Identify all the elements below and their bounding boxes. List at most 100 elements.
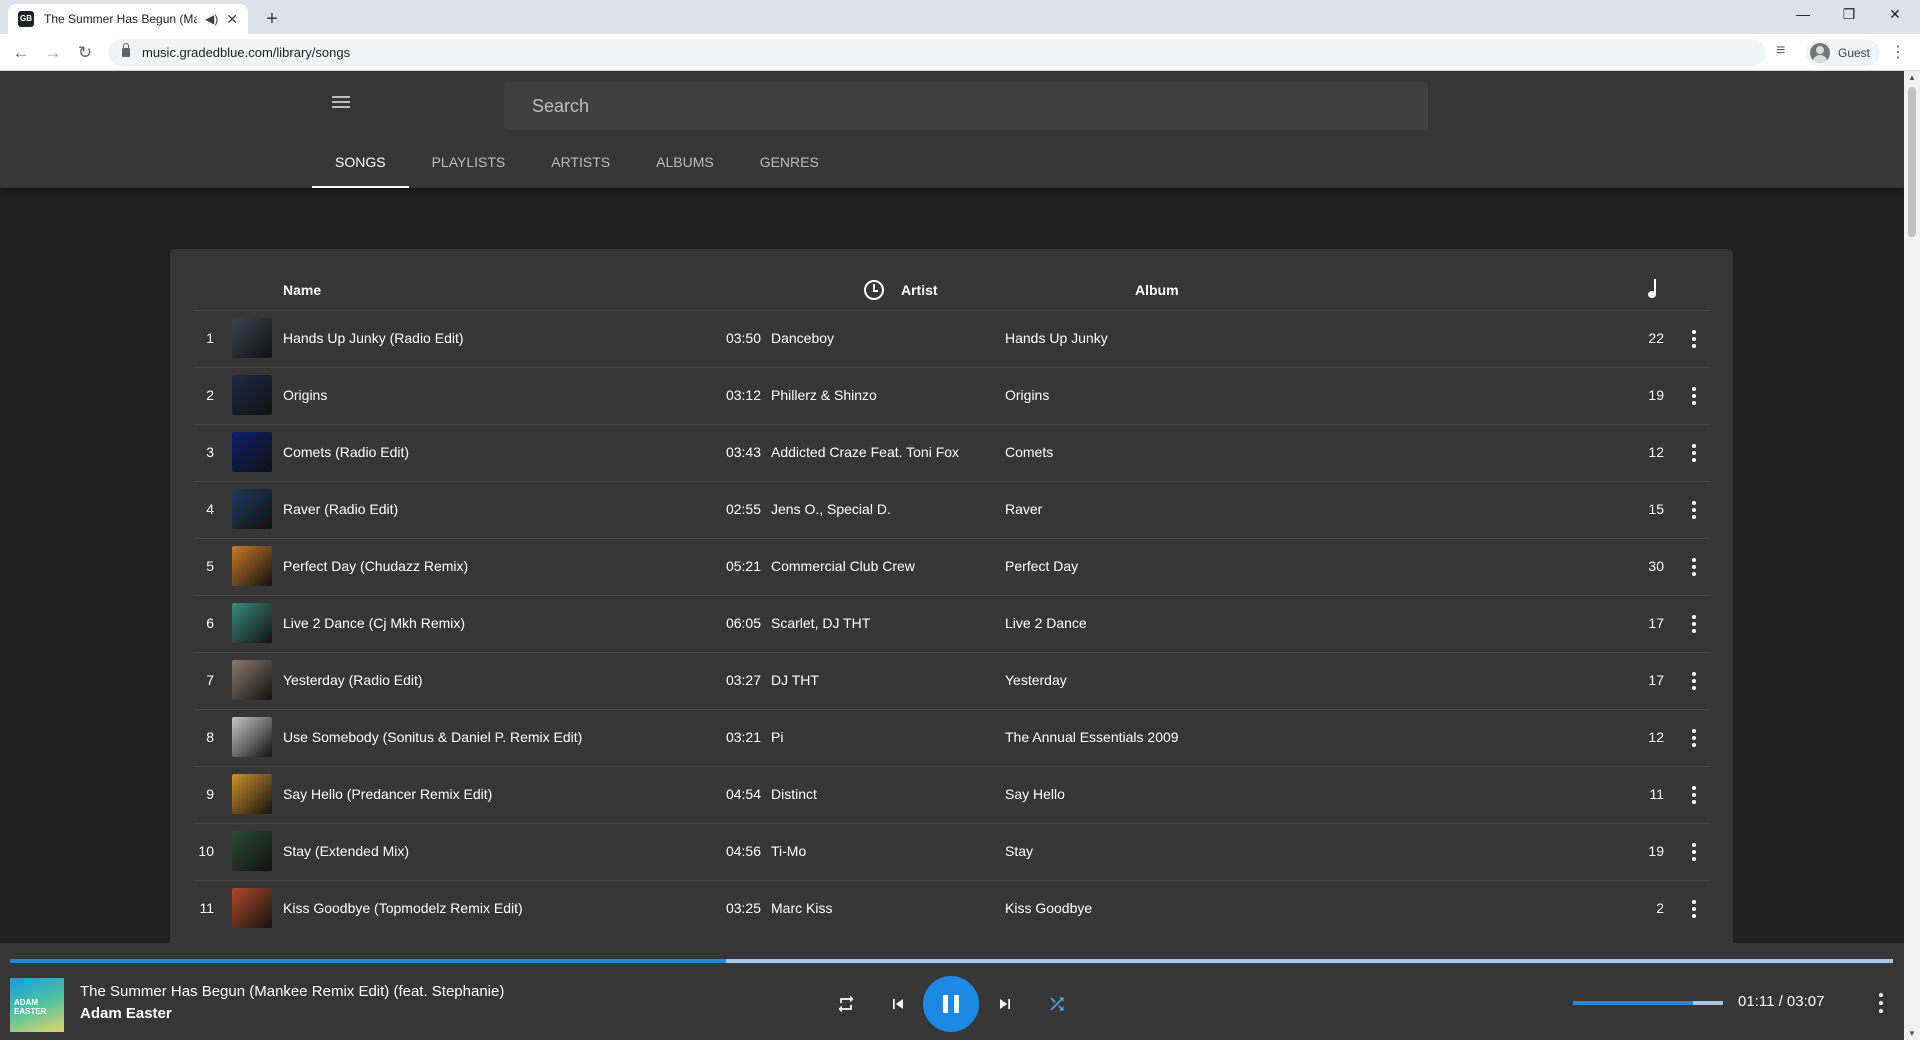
song-artist[interactable]: DJ THT bbox=[771, 653, 819, 710]
restore-button[interactable]: ❐ bbox=[1826, 0, 1872, 30]
column-album[interactable]: Album bbox=[1135, 282, 1179, 298]
table-row[interactable]: 11 Kiss Goodbye (Topmodelz Remix Edit) 03:… bbox=[194, 880, 1710, 937]
browser-tabbar: GB The Summer Has Begun (Ma ◀) ✕ + — ❐ ✕ bbox=[0, 0, 1920, 34]
table-row[interactable]: 9 Say Hello (Predancer Remix Edit) 04:54 Di… bbox=[194, 766, 1710, 823]
table-row[interactable]: 3 Comets (Radio Edit) 03:43 Addicted Craze … bbox=[194, 424, 1710, 481]
song-name[interactable]: Comets (Radio Edit) bbox=[283, 425, 409, 482]
url-text: music.gradedblue.com/library/songs bbox=[142, 45, 351, 60]
song-artist[interactable]: Scarlet, DJ THT bbox=[771, 596, 870, 653]
more-options-icon[interactable] bbox=[1686, 824, 1702, 881]
more-options-icon[interactable] bbox=[1686, 539, 1702, 596]
forward-button[interactable]: → bbox=[40, 40, 66, 66]
more-options-icon[interactable] bbox=[1686, 311, 1702, 368]
minimize-button[interactable]: — bbox=[1780, 0, 1826, 30]
repeat-icon[interactable] bbox=[836, 994, 856, 1014]
tab-close-icon[interactable]: ✕ bbox=[226, 11, 238, 28]
scroll-up-icon[interactable]: ▲ bbox=[1908, 73, 1916, 82]
clock-icon[interactable] bbox=[864, 280, 884, 300]
page-scrollbar[interactable]: ▲ ▼ bbox=[1904, 71, 1920, 1040]
more-options-icon[interactable] bbox=[1686, 425, 1702, 482]
progress-bar[interactable] bbox=[10, 959, 1893, 963]
table-row[interactable]: 6 Live 2 Dance (Cj Mkh Remix) 06:05 Scarlet… bbox=[194, 595, 1710, 652]
music-note-icon[interactable] bbox=[1647, 279, 1659, 299]
tab-artists[interactable]: ARTISTS bbox=[528, 141, 633, 188]
table-row[interactable]: 1 Hands Up Junky (Radio Edit) 03:50 Dancebo… bbox=[194, 310, 1710, 367]
reload-button[interactable]: ↻ bbox=[72, 40, 98, 66]
scrollbar-thumb[interactable] bbox=[1908, 87, 1916, 237]
more-options-icon[interactable] bbox=[1686, 596, 1702, 653]
song-album[interactable]: Stay bbox=[1005, 824, 1033, 881]
table-row[interactable]: 10 Stay (Extended Mix) 04:56 Ti-Mo Stay 19 bbox=[194, 823, 1710, 880]
table-row[interactable]: 5 Perfect Day (Chudazz Remix) 05:21 Commerc… bbox=[194, 538, 1710, 595]
new-tab-button[interactable]: + bbox=[258, 6, 286, 34]
volume-slider[interactable] bbox=[1573, 1001, 1723, 1005]
table-row[interactable]: 8 Use Somebody (Sonitus & Daniel P. Remix… bbox=[194, 709, 1710, 766]
song-album[interactable]: Perfect Day bbox=[1005, 539, 1078, 596]
song-name[interactable]: Origins bbox=[283, 368, 327, 425]
more-options-icon[interactable] bbox=[1686, 881, 1702, 938]
profile-button[interactable]: Guest bbox=[1806, 39, 1881, 66]
track-number: 10 bbox=[198, 843, 214, 859]
now-playing-title[interactable]: The Summer Has Begun (Mankee Remix Edit)… bbox=[80, 983, 504, 1000]
song-artist[interactable]: Commercial Club Crew bbox=[771, 539, 915, 596]
song-name[interactable]: Hands Up Junky (Radio Edit) bbox=[283, 311, 464, 368]
now-playing-cover[interactable]: ADAM EASTER bbox=[10, 978, 64, 1032]
song-artist[interactable]: Addicted Craze Feat. Toni Fox bbox=[771, 425, 959, 482]
song-name[interactable]: Perfect Day (Chudazz Remix) bbox=[283, 539, 468, 596]
window-close-button[interactable]: ✕ bbox=[1872, 0, 1918, 30]
table-row[interactable]: 7 Yesterday (Radio Edit) 03:27 DJ THT Yester… bbox=[194, 652, 1710, 709]
scroll-down-icon[interactable]: ▼ bbox=[1908, 1029, 1916, 1038]
pause-button[interactable] bbox=[923, 976, 979, 1032]
song-name[interactable]: Say Hello (Predancer Remix Edit) bbox=[283, 767, 492, 824]
song-artist[interactable]: Marc Kiss bbox=[771, 881, 832, 938]
hamburger-menu-icon[interactable] bbox=[330, 91, 354, 115]
song-name[interactable]: Raver (Radio Edit) bbox=[283, 482, 398, 539]
song-artist[interactable]: Distinct bbox=[771, 767, 817, 824]
song-artist[interactable]: Ti-Mo bbox=[771, 824, 806, 881]
browser-menu-icon[interactable]: ⋮ bbox=[1890, 42, 1906, 62]
reading-list-icon[interactable]: ≡ bbox=[1776, 42, 1785, 60]
player-more-icon[interactable] bbox=[1879, 993, 1883, 1013]
now-playing-artist[interactable]: Adam Easter bbox=[80, 1005, 172, 1022]
song-name[interactable]: Yesterday (Radio Edit) bbox=[283, 653, 423, 710]
song-artist[interactable]: Pi bbox=[771, 710, 783, 767]
column-name[interactable]: Name bbox=[283, 282, 321, 298]
table-row[interactable]: 2 Origins 03:12 Phillerz & Shinzo Origins 19 bbox=[194, 367, 1710, 424]
song-album[interactable]: Yesterday bbox=[1005, 653, 1067, 710]
song-album[interactable]: Hands Up Junky bbox=[1005, 311, 1108, 368]
tab-audio-icon[interactable]: ◀) bbox=[205, 12, 218, 26]
back-button[interactable]: ← bbox=[8, 40, 34, 66]
song-name[interactable]: Stay (Extended Mix) bbox=[283, 824, 409, 881]
song-album[interactable]: Origins bbox=[1005, 368, 1049, 425]
omnibox[interactable]: music.gradedblue.com/library/songs bbox=[108, 39, 1766, 66]
song-album[interactable]: Comets bbox=[1005, 425, 1053, 482]
song-name[interactable]: Kiss Goodbye (Topmodelz Remix Edit) bbox=[283, 881, 523, 938]
browser-tab[interactable]: GB The Summer Has Begun (Ma ◀) ✕ bbox=[8, 4, 248, 34]
song-artist[interactable]: Jens O., Special D. bbox=[771, 482, 891, 539]
next-track-icon[interactable] bbox=[995, 994, 1015, 1014]
shuffle-icon[interactable] bbox=[1047, 994, 1067, 1014]
song-album[interactable]: Kiss Goodbye bbox=[1005, 881, 1092, 938]
song-album[interactable]: Raver bbox=[1005, 482, 1042, 539]
search-input[interactable]: Search bbox=[504, 82, 1428, 130]
more-options-icon[interactable] bbox=[1686, 710, 1702, 767]
song-name[interactable]: Use Somebody (Sonitus & Daniel P. Remix … bbox=[283, 710, 582, 767]
tab-playlists[interactable]: PLAYLISTS bbox=[409, 141, 529, 188]
tab-genres[interactable]: GENRES bbox=[737, 141, 842, 188]
previous-track-icon[interactable] bbox=[888, 994, 908, 1014]
song-name[interactable]: Live 2 Dance (Cj Mkh Remix) bbox=[283, 596, 465, 653]
album-art bbox=[232, 774, 272, 814]
tab-songs[interactable]: SONGS bbox=[312, 141, 409, 188]
tab-albums[interactable]: ALBUMS bbox=[633, 141, 737, 188]
more-options-icon[interactable] bbox=[1686, 368, 1702, 425]
more-options-icon[interactable] bbox=[1686, 482, 1702, 539]
song-album[interactable]: The Annual Essentials 2009 bbox=[1005, 710, 1179, 767]
song-album[interactable]: Say Hello bbox=[1005, 767, 1065, 824]
song-artist[interactable]: Phillerz & Shinzo bbox=[771, 368, 877, 425]
table-row[interactable]: 4 Raver (Radio Edit) 02:55 Jens O., Special… bbox=[194, 481, 1710, 538]
song-album[interactable]: Live 2 Dance bbox=[1005, 596, 1087, 653]
more-options-icon[interactable] bbox=[1686, 653, 1702, 710]
column-artist[interactable]: Artist bbox=[901, 282, 938, 298]
more-options-icon[interactable] bbox=[1686, 767, 1702, 824]
song-artist[interactable]: Danceboy bbox=[771, 311, 834, 368]
